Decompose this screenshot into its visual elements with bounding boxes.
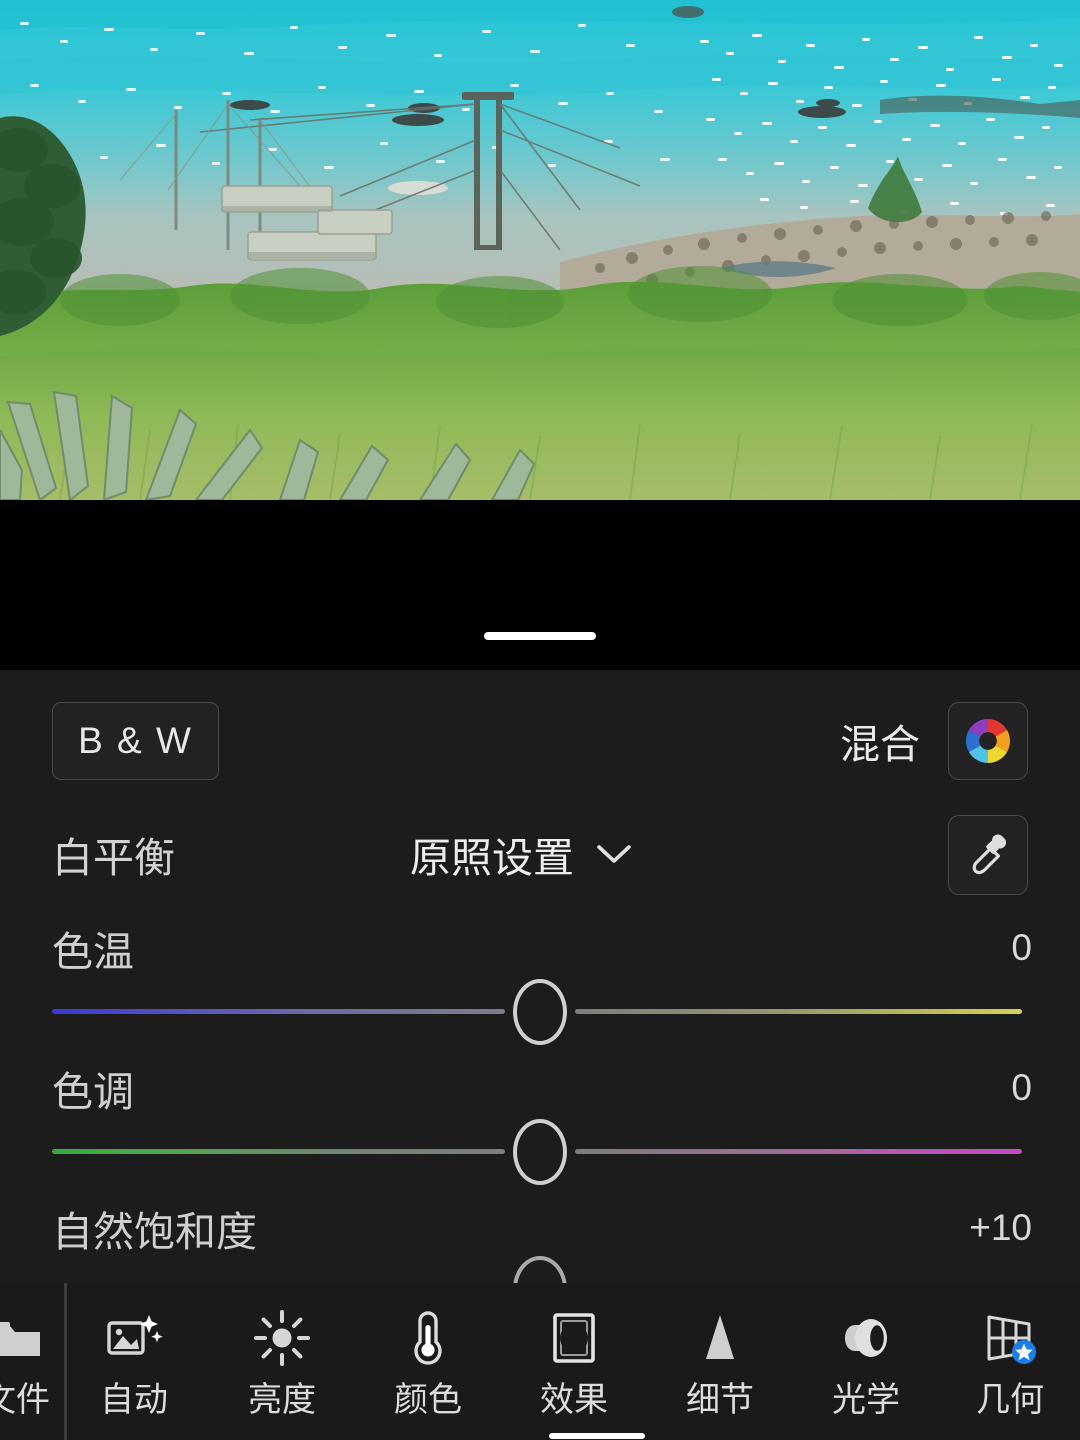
toolbar-label: 自动 — [100, 1380, 168, 1419]
white-balance-select[interactable]: 原照设置 — [410, 815, 632, 893]
file-icon — [0, 1307, 47, 1369]
toolbar-label: 亮度 — [248, 1380, 316, 1419]
white-balance-value: 原照设置 — [410, 835, 574, 881]
toolbar-item-effects[interactable]: 效果 — [504, 1283, 644, 1440]
toolbar-item-auto[interactable]: 自动 — [64, 1283, 204, 1440]
slider-header: 色温 0 — [0, 920, 1080, 976]
slider-tint[interactable]: 色调 0 — [0, 1060, 1080, 1186]
panel-drag-handle[interactable] — [484, 632, 596, 640]
bw-label: B & W — [78, 720, 193, 761]
panel-gap — [0, 500, 1080, 670]
slider-track-left — [52, 1149, 505, 1154]
lens-icon — [835, 1307, 897, 1369]
eyedropper-icon — [972, 834, 1007, 875]
toolbar-item-geometry[interactable]: 几何 — [940, 1283, 1080, 1440]
mix-label: 混合 — [840, 723, 920, 767]
slider-header: 自然饱和度 +10 — [0, 1200, 1080, 1256]
triangle-icon — [689, 1307, 751, 1369]
toolbar-label: 效果 — [540, 1380, 608, 1419]
photo-preview[interactable] — [0, 0, 1080, 500]
slider-value: 0 — [1011, 927, 1032, 968]
slider-label: 色调 — [52, 1069, 134, 1115]
toolbar-item-color[interactable]: 颜色 — [358, 1283, 498, 1440]
slider-label: 自然饱和度 — [52, 1209, 257, 1255]
slider-label: 色温 — [52, 929, 134, 975]
auto-magic-icon — [103, 1307, 165, 1369]
slider-track[interactable] — [0, 1116, 1080, 1186]
toolbar-label: 文件 — [0, 1380, 50, 1419]
active-tab-indicator — [549, 1433, 645, 1439]
bw-toggle-button[interactable]: B & W — [52, 702, 219, 780]
color-mix-button[interactable] — [948, 702, 1028, 780]
photo-illustration — [0, 0, 1080, 500]
chevron-down-icon — [597, 845, 631, 863]
slider-track-left — [52, 1009, 505, 1014]
slider-track-right — [575, 1009, 1022, 1014]
eyedropper-button[interactable] — [948, 815, 1028, 895]
slider-header: 色调 0 — [0, 1060, 1080, 1116]
toolbar-item-optics[interactable]: 光学 — [796, 1283, 936, 1440]
color-wheel-icon — [966, 719, 1010, 763]
bw-and-mix-row: B & W 混合 — [0, 702, 1080, 780]
slider-track[interactable] — [0, 976, 1080, 1046]
slider-temperature[interactable]: 色温 0 — [0, 920, 1080, 1046]
sun-icon — [251, 1307, 313, 1369]
toolbar-item-detail[interactable]: 细节 — [650, 1283, 790, 1440]
toolbar-label: 颜色 — [394, 1380, 462, 1419]
toolbar-item-file[interactable]: 文件 — [0, 1283, 64, 1440]
slider-knob[interactable] — [513, 979, 567, 1045]
slider-knob[interactable] — [513, 1119, 567, 1185]
slider-value: +10 — [969, 1207, 1032, 1248]
vignette-icon — [543, 1307, 605, 1369]
slider-track-right — [575, 1149, 1022, 1154]
slider-vibrance[interactable]: 自然饱和度 +10 — [0, 1200, 1080, 1256]
toolbar-label: 几何 — [976, 1380, 1044, 1419]
white-balance-row: 白平衡 原照设置 — [0, 815, 1080, 895]
slider-value: 0 — [1011, 1067, 1032, 1108]
toolbar-label: 细节 — [686, 1380, 754, 1419]
toolbar-label: 光学 — [832, 1380, 900, 1419]
white-balance-label: 白平衡 — [52, 835, 175, 881]
toolbar-item-light[interactable]: 亮度 — [212, 1283, 352, 1440]
thermometer-icon — [397, 1307, 459, 1369]
perspective-grid-icon — [979, 1307, 1041, 1369]
